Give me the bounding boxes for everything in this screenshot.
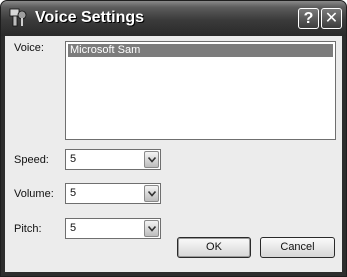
help-icon: ? (303, 10, 314, 27)
voice-listbox[interactable]: Microsoft Sam (65, 41, 336, 140)
speed-select[interactable]: 5 (65, 149, 161, 170)
chevron-down-icon (148, 157, 156, 163)
speed-label: Speed: (14, 154, 49, 166)
speaker-settings-icon (9, 8, 27, 27)
pitch-value: 5 (70, 222, 77, 234)
pitch-select[interactable]: 5 (65, 218, 161, 239)
volume-dropdown-button[interactable] (144, 185, 159, 202)
volume-select[interactable]: 5 (65, 183, 161, 204)
help-button[interactable]: ? (298, 8, 319, 29)
speed-value: 5 (70, 153, 77, 165)
close-icon: ✕ (324, 10, 339, 27)
voice-settings-window: Voice Settings ? ✕ Voice: Microsoft Sam … (0, 0, 347, 277)
cancel-button[interactable]: Cancel (260, 237, 335, 258)
volume-label: Volume: (14, 188, 54, 200)
speed-dropdown-button[interactable] (144, 151, 159, 168)
chevron-down-icon (148, 226, 156, 232)
voice-label: Voice: (14, 42, 44, 54)
window-title: Voice Settings (35, 9, 145, 26)
title-bar[interactable]: Voice Settings ? ✕ (1, 1, 346, 36)
chevron-down-icon (148, 191, 156, 197)
volume-value: 5 (70, 187, 77, 199)
close-button[interactable]: ✕ (321, 8, 342, 29)
pitch-label: Pitch: (14, 223, 42, 235)
pitch-dropdown-button[interactable] (144, 220, 159, 237)
ok-button[interactable]: OK (177, 237, 251, 258)
voice-list-item-selected[interactable]: Microsoft Sam (68, 44, 333, 57)
dialog-body: Voice: Microsoft Sam Speed: 5 Volume: 5 … (5, 36, 342, 272)
